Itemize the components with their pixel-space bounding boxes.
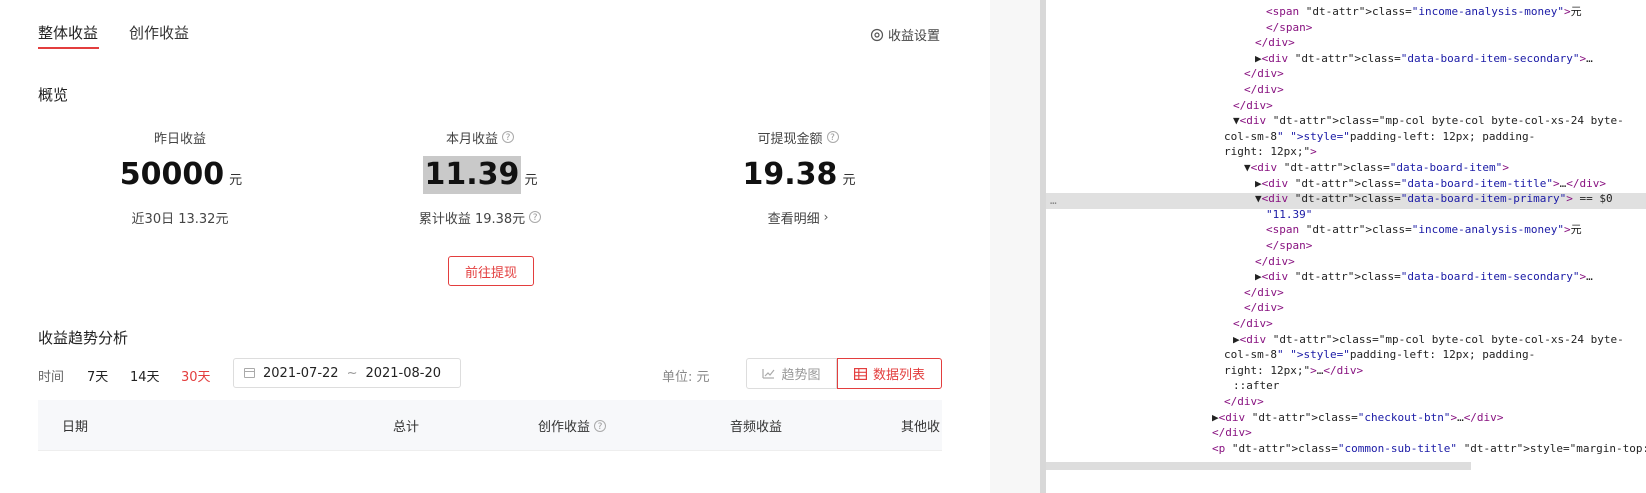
calendar-icon — [244, 368, 255, 378]
date-end: 2021-08-20 — [365, 365, 442, 381]
card-month-income: 本月收益 ? 11.39 元 累计收益 19.38元 ? — [380, 128, 580, 227]
dom-tree-line[interactable]: col-sm-8" ">style="padding-left: 12px; p… — [1224, 347, 1535, 363]
dom-tree-line[interactable]: ▶<div "dt-attr">class="mp-col byte-col b… — [1233, 332, 1624, 348]
dom-tree-line[interactable]: <span "dt-attr">class="income-analysis-m… — [1266, 4, 1582, 20]
horizontal-scrollbar[interactable] — [1046, 462, 1471, 470]
view-toggle: 趋势图 数据列表 — [746, 358, 942, 389]
dom-tree-line[interactable]: </span> — [1266, 238, 1312, 254]
dom-tree-line[interactable]: ::after — [1233, 378, 1279, 394]
help-icon[interactable]: ? — [502, 131, 514, 143]
card-secondary-text: 近30日 13.32元 — [131, 211, 229, 227]
card-value-unit: 元 — [229, 173, 243, 188]
active-tab-indicator — [38, 47, 99, 49]
dom-tree-line[interactable]: </div> — [1212, 425, 1252, 441]
page-gutter — [990, 0, 1040, 493]
settings-gear-icon — [870, 28, 884, 41]
card-value-number: 19.38 — [742, 157, 838, 192]
dom-tree-line[interactable]: </div> — [1233, 98, 1273, 114]
tab-overall-income[interactable]: 整体收益 — [38, 22, 98, 43]
dom-tree-line[interactable]: <p "dt-attr">class="common-sub-title" "d… — [1212, 441, 1646, 457]
card-value: 50000 元 — [80, 156, 280, 200]
dom-tree-line[interactable]: ▼<div "dt-attr">class="mp-col byte-col b… — [1233, 113, 1624, 129]
dom-tree-line[interactable]: right: 12px;"> — [1224, 144, 1317, 160]
card-secondary: 近30日 13.32元 — [80, 208, 280, 227]
card-title-text: 可提现金额 — [757, 131, 823, 147]
card-title-text: 本月收益 — [445, 131, 498, 147]
range-30-days[interactable]: 30天 — [181, 366, 211, 385]
card-title-text: 昨日收益 — [153, 131, 206, 147]
column-header-creation-income: 创作收益 ? — [538, 416, 607, 435]
column-header-text: 创作收益 — [538, 420, 591, 435]
dom-tree-line[interactable]: right: 12px;">…</div> — [1224, 363, 1363, 379]
card-secondary-text: 累计收益 19.38元 — [418, 211, 526, 227]
trend-chart-icon — [762, 369, 775, 379]
help-icon[interactable]: ? — [529, 211, 542, 223]
date-start: 2021-07-22 — [263, 365, 339, 381]
dom-tree-line[interactable]: </div> — [1255, 35, 1295, 51]
card-title: 昨日收益 — [80, 128, 280, 147]
time-filter-label: 时间 — [38, 370, 65, 385]
card-value-unit: 元 — [842, 173, 856, 188]
help-icon[interactable]: ? — [594, 419, 607, 432]
tab-creation-income[interactable]: 创作收益 — [129, 22, 189, 43]
column-header-total: 总计 — [393, 420, 420, 435]
column-header-date: 日期 — [62, 420, 89, 435]
node-actions-dots[interactable]: … — [1050, 193, 1057, 209]
dom-tree-line[interactable]: </div> — [1244, 66, 1284, 82]
data-list-label: 数据列表 — [872, 368, 925, 383]
dom-tree-line[interactable]: ▶<div "dt-attr">class="checkout-btn">…</… — [1212, 410, 1503, 426]
income-settings-link[interactable]: 收益设置 — [870, 25, 940, 44]
range-14-days[interactable]: 14天 — [130, 366, 160, 385]
column-header-other-income: 其他收 — [901, 420, 941, 435]
table-icon — [853, 367, 867, 380]
column-header-audio-income: 音频收益 — [730, 420, 783, 435]
dom-tree-line[interactable]: ▼<div "dt-attr">class="data-board-item"> — [1244, 160, 1509, 176]
date-range-picker[interactable]: 2021-07-22 ~ 2021-08-20 — [233, 358, 461, 388]
dom-tree-line[interactable]: </div> — [1224, 394, 1264, 410]
dom-tree-line[interactable]: col-sm-8" ">style="padding-left: 12px; p… — [1224, 129, 1535, 145]
dom-tree-line[interactable]: <span "dt-attr">class="income-analysis-m… — [1266, 222, 1582, 238]
card-title: 可提现金额 ? — [698, 128, 898, 147]
card-value: 11.39 元 — [380, 156, 580, 200]
dom-tree-line[interactable]: </span> — [1266, 20, 1312, 36]
view-details-text: 查看明细 — [767, 211, 820, 227]
card-withdrawable-amount: 可提现金额 ? 19.38 元 查看明细 › — [698, 128, 898, 227]
help-icon[interactable]: ? — [826, 131, 839, 143]
table-header: 日期 总计 创作收益 ? 音频收益 其他收 — [38, 400, 942, 451]
card-secondary: 累计收益 19.38元 ? — [380, 208, 580, 227]
dom-tree-line[interactable]: </div> — [1244, 82, 1284, 98]
dom-tree-line[interactable]: </div> — [1255, 254, 1295, 270]
withdraw-button[interactable]: 前往提现 — [448, 256, 534, 286]
dom-tree-line[interactable]: </div> — [1244, 285, 1284, 301]
income-page: 整体收益 创作收益 收益设置 概览 昨日收益 50000 元 近30日 13.32… — [0, 0, 990, 493]
dom-tree-line[interactable]: "11.39" — [1266, 207, 1312, 223]
devtools-elements-panel: … <span "dt-attr">class="income-analysis… — [1046, 0, 1646, 493]
overview-title: 概览 — [38, 86, 69, 104]
card-value: 19.38 元 — [698, 156, 898, 200]
date-separator: ~ — [346, 365, 358, 381]
range-7-days[interactable]: 7天 — [87, 366, 108, 385]
card-value-number: 50000 — [119, 157, 225, 192]
dom-tree-line[interactable]: ▶<div "dt-attr">class="data-board-item-s… — [1255, 269, 1593, 285]
unit-label: 单位: 元 — [662, 370, 710, 385]
dom-tree-line[interactable]: ▶<div "dt-attr">class="data-board-item-s… — [1255, 51, 1593, 67]
trend-chart-label: 趋势图 — [781, 368, 821, 383]
view-details-link[interactable]: 查看明细 › — [698, 208, 898, 227]
dom-tree-line[interactable]: </div> — [1244, 300, 1284, 316]
card-value-number: 11.39 — [422, 156, 522, 194]
chevron-right-icon: › — [823, 210, 829, 224]
card-value-unit: 元 — [524, 173, 538, 188]
card-title: 本月收益 ? — [380, 128, 580, 147]
dom-tree-line[interactable]: </div> — [1233, 316, 1273, 332]
dom-tree-line[interactable]: ▼<div "dt-attr">class="data-board-item-p… — [1255, 191, 1613, 207]
trend-chart-button[interactable]: 趋势图 — [746, 358, 837, 389]
trend-analysis-title: 收益趋势分析 — [38, 329, 129, 347]
data-list-button[interactable]: 数据列表 — [837, 358, 942, 389]
dom-tree-line[interactable]: ▶<div "dt-attr">class="data-board-item-t… — [1255, 176, 1606, 192]
card-yesterday-income: 昨日收益 50000 元 近30日 13.32元 — [80, 128, 280, 227]
settings-label: 收益设置 — [888, 29, 941, 44]
